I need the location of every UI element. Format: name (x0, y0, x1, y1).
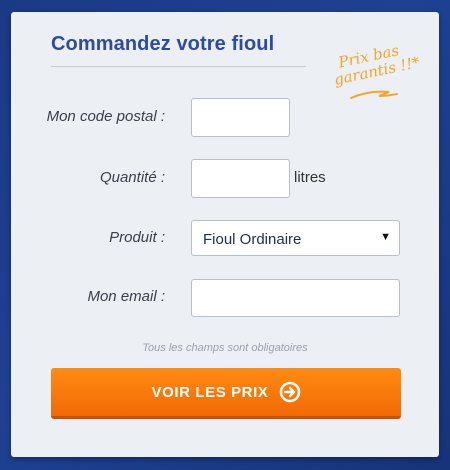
product-label: Produit : (109, 229, 165, 246)
title-divider (51, 66, 306, 67)
postal-code-label: Mon code postal : (46, 108, 165, 125)
swoosh-underline-icon (350, 90, 398, 99)
see-prices-button[interactable]: VOIR LES PRIX (51, 368, 401, 419)
order-form-card: Commandez votre fioul Prix bas garantis … (11, 12, 439, 457)
quantity-label: Quantité : (99, 169, 165, 186)
quantity-input[interactable] (191, 159, 290, 198)
form-title: Commandez votre fioul (51, 33, 275, 55)
product-select[interactable]: Fioul Ordinaire ▼ (191, 220, 400, 256)
arrow-right-circle-icon (279, 381, 300, 403)
required-fields-note: Tous les champs sont obligatoires (142, 342, 308, 354)
product-selected-value: Fioul Ordinaire (203, 231, 302, 248)
postal-code-input[interactable] (191, 98, 290, 137)
email-label: Mon email : (87, 288, 165, 305)
caret-down-icon: ▼ (380, 231, 391, 243)
see-prices-button-label: VOIR LES PRIX (151, 383, 269, 401)
quantity-unit: litres (294, 169, 326, 186)
email-input[interactable] (191, 279, 400, 317)
